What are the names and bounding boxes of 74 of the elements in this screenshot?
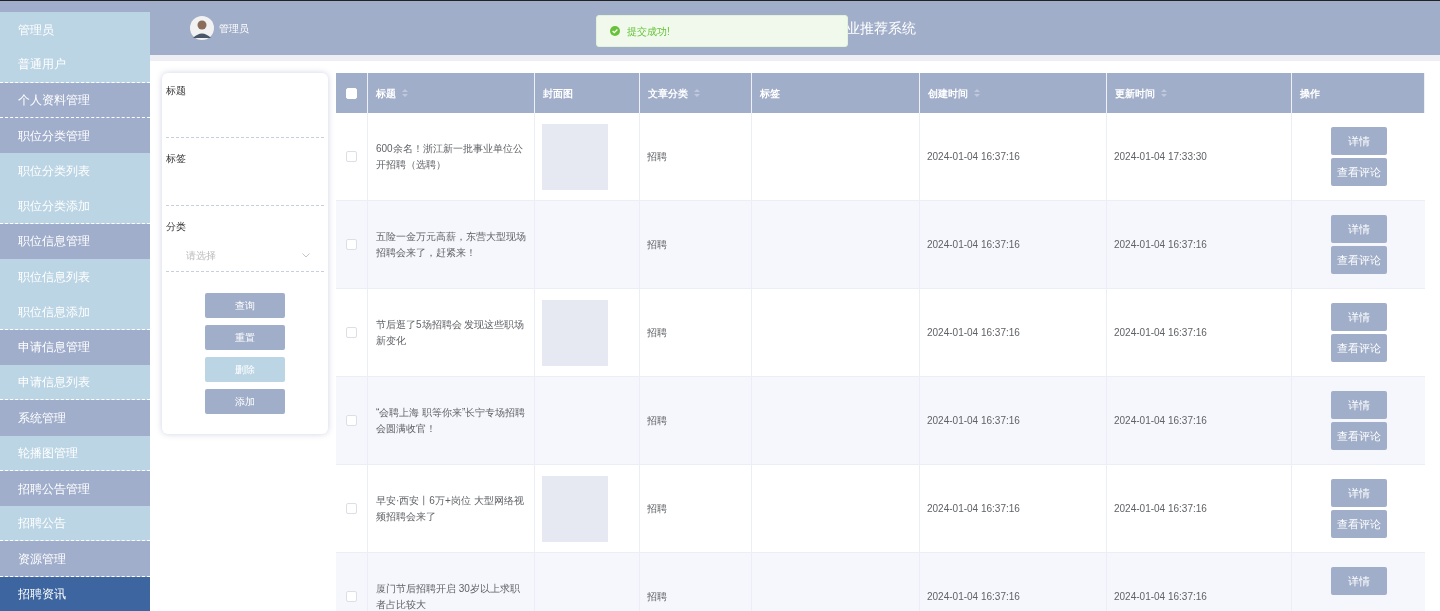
row-action-button[interactable]: 详情 bbox=[1330, 303, 1387, 331]
action-button[interactable]: 重置 bbox=[205, 325, 285, 350]
table-cell-text: 招聘 bbox=[647, 238, 667, 252]
table-cell-text: 2024-01-04 16:37:16 bbox=[1114, 502, 1207, 516]
table-cell-text: 2024-01-04 16:37:16 bbox=[927, 502, 1020, 516]
table-cell-text: “会聘上海 职等你来”长宁专场招聘会圆满收官！ bbox=[376, 405, 526, 436]
sidebar-item[interactable]: 职位信息添加 bbox=[0, 294, 150, 330]
table-cell-text: 招聘 bbox=[647, 590, 667, 604]
field-label: 标题 bbox=[166, 84, 187, 97]
checkbox[interactable] bbox=[346, 327, 357, 338]
column-title: 封面图 bbox=[543, 86, 573, 101]
field-label: 分类 bbox=[166, 220, 187, 233]
column-title: 操作 bbox=[1300, 86, 1320, 101]
sidebar-item[interactable]: 轮播图管理 bbox=[0, 435, 150, 471]
success-icon bbox=[610, 26, 620, 36]
row-action-button[interactable]: 查看评论 bbox=[1330, 158, 1387, 186]
row-action-button[interactable]: 查看评论 bbox=[1330, 334, 1387, 362]
table-cell-text: 2024-01-04 16:37:16 bbox=[927, 326, 1020, 340]
category-select[interactable]: 请选择 bbox=[166, 239, 324, 272]
table-cell-text: 2024-01-04 16:37:16 bbox=[1114, 326, 1207, 340]
table-cell-text: 招聘 bbox=[647, 326, 667, 340]
row-action-button[interactable]: 详情 bbox=[1330, 127, 1387, 155]
user-name: 管理员 bbox=[219, 21, 249, 36]
table-cell-text: 厦门节后招聘开启 30岁以上求职者占比较大 bbox=[376, 581, 521, 611]
checkbox[interactable] bbox=[346, 591, 357, 602]
sidebar-item[interactable]: 招聘公告 bbox=[0, 506, 150, 542]
sidebar-item[interactable]: 管理员 bbox=[0, 12, 150, 48]
column-title: 创建时间 bbox=[928, 86, 968, 101]
sidebar-item[interactable]: 申请信息列表 bbox=[0, 364, 150, 401]
sort-icon[interactable] bbox=[694, 88, 700, 98]
table-cell-text: 招聘 bbox=[647, 414, 667, 428]
chevron-down-icon bbox=[302, 252, 310, 258]
table-cell-text: 2024-01-04 16:37:16 bbox=[1114, 238, 1207, 252]
row-action-button[interactable]: 查看评论 bbox=[1330, 510, 1387, 538]
column-title: 更新时间 bbox=[1115, 86, 1155, 101]
sidebar-item[interactable]: 职位分类添加 bbox=[0, 188, 150, 224]
table-cell-text: 招聘 bbox=[647, 150, 667, 164]
sidebar-item[interactable]: 招聘资讯 bbox=[0, 576, 150, 611]
table-cell-text: 2024-01-04 16:37:16 bbox=[1114, 414, 1207, 428]
column-title: 标签 bbox=[760, 86, 780, 101]
sidebar-item[interactable]: 职位信息列表 bbox=[0, 259, 150, 295]
table-cell-text: 2024-01-04 16:37:16 bbox=[927, 238, 1020, 252]
table-cell-text: 节后逛了5场招聘会 发现这些职场新变化 bbox=[376, 317, 526, 348]
toast-message: 提交成功! bbox=[627, 24, 670, 39]
checkbox[interactable] bbox=[346, 151, 357, 162]
sort-icon[interactable] bbox=[402, 88, 408, 98]
sidebar-item[interactable]: 职位分类列表 bbox=[0, 153, 150, 189]
column-title: 文章分类 bbox=[648, 86, 688, 101]
row-action-button[interactable]: 详情 bbox=[1330, 215, 1387, 243]
table-cell-text: 五险一金万元高薪，东营大型现场招聘会来了，赶紧来！ bbox=[376, 229, 526, 260]
table-cell-text: 2024-01-04 17:33:30 bbox=[1114, 150, 1207, 164]
table-cell-text: 招聘 bbox=[647, 502, 667, 516]
avatar bbox=[190, 16, 214, 40]
sort-icon[interactable] bbox=[1161, 88, 1167, 98]
row-action-button[interactable]: 查看评论 bbox=[1330, 422, 1387, 450]
table-cell-text: 600余名！浙江新一批事业单位公开招聘（选聘） bbox=[376, 141, 524, 172]
action-button[interactable]: 添加 bbox=[205, 389, 285, 414]
checkbox[interactable] bbox=[346, 503, 357, 514]
action-button[interactable]: 查询 bbox=[205, 293, 285, 318]
table-cell-text: 早安·西安丨6万+岗位 大型网络视频招聘会来了 bbox=[376, 493, 525, 524]
field-label: 标签 bbox=[166, 152, 187, 165]
row-action-button[interactable]: 详情 bbox=[1330, 391, 1387, 419]
sidebar-item[interactable]: 普通用户 bbox=[0, 47, 150, 83]
table-cell-text: 2024-01-04 16:37:16 bbox=[1114, 590, 1207, 604]
sort-icon[interactable] bbox=[974, 88, 980, 98]
column-title: 标题 bbox=[376, 86, 396, 101]
checkbox[interactable] bbox=[346, 239, 357, 250]
checkbox[interactable] bbox=[346, 415, 357, 426]
table-cell-text: 2024-01-04 16:37:16 bbox=[927, 150, 1020, 164]
row-action-button[interactable]: 查看评论 bbox=[1330, 246, 1387, 274]
table-cell-text: 2024-01-04 16:37:16 bbox=[927, 590, 1020, 604]
row-action-button[interactable]: 详情 bbox=[1330, 567, 1387, 595]
table-cell-text: 2024-01-04 16:37:16 bbox=[927, 414, 1020, 428]
row-action-button[interactable]: 详情 bbox=[1330, 479, 1387, 507]
